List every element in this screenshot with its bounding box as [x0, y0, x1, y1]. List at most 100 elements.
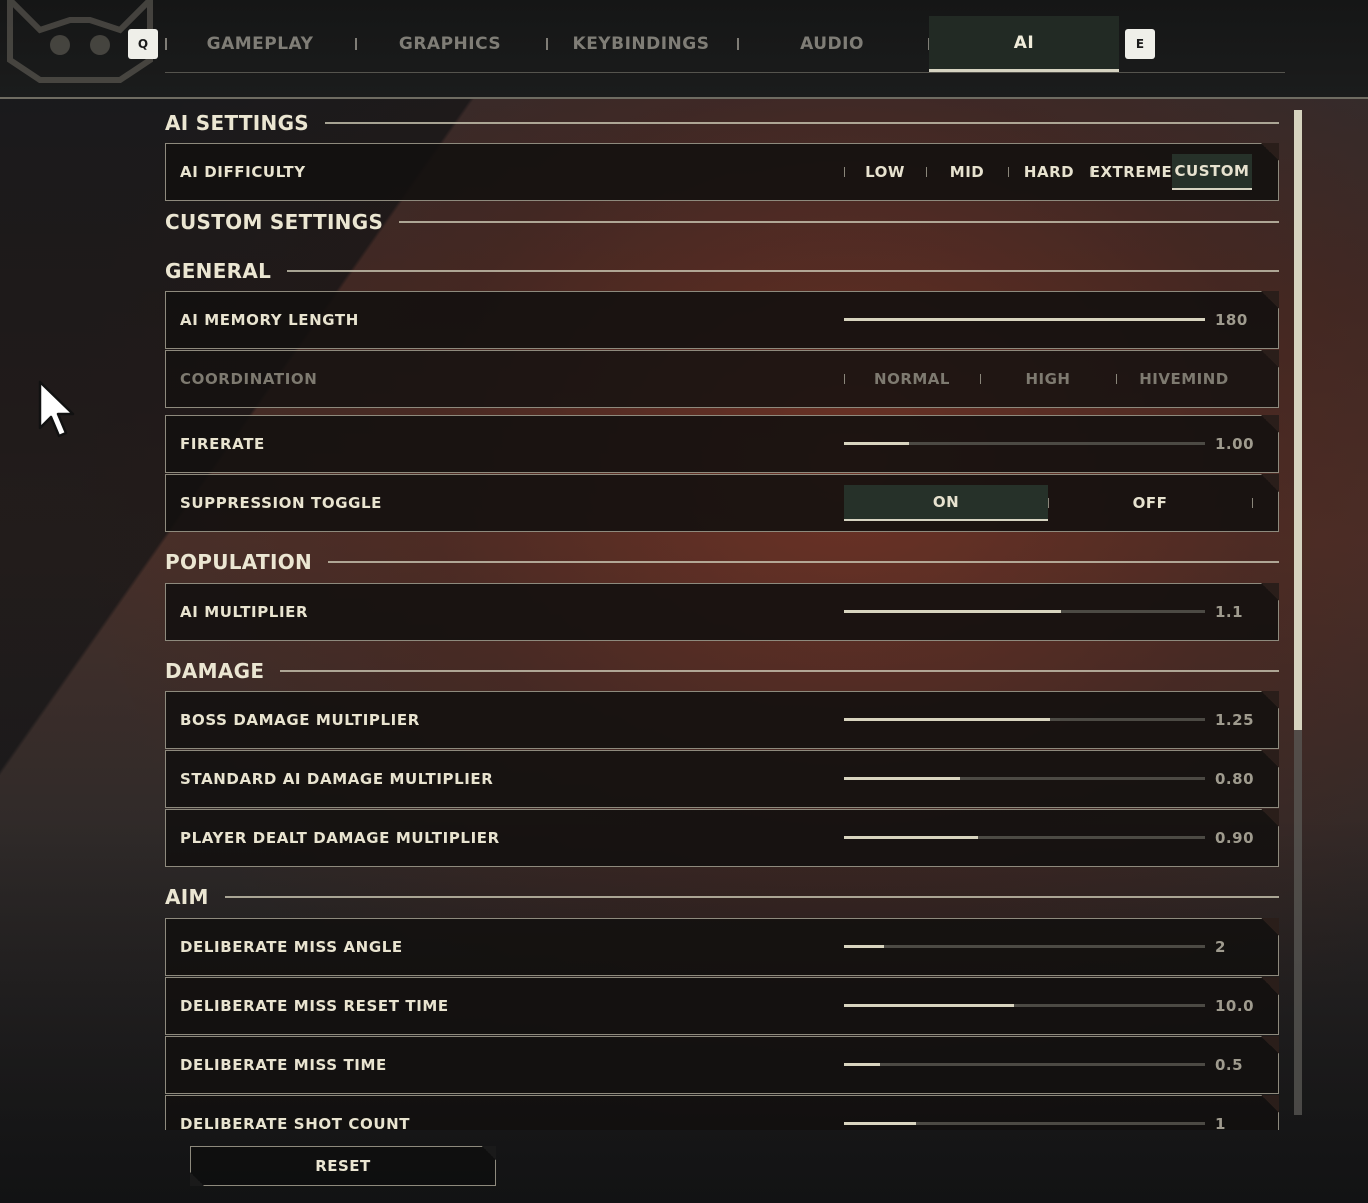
firerate-slider[interactable] [844, 442, 1205, 445]
tab-separator [165, 38, 167, 50]
top-navigation-bar: Q GAMEPLAY GRAPHICS KEYBINDINGS AUDIO AI… [0, 0, 1368, 99]
section-title: DAMAGE [165, 659, 265, 683]
deliberate-shot-count-label: DELIBERATE SHOT COUNT [180, 1115, 411, 1130]
section-title: AI SETTINGS [165, 111, 309, 135]
ai-memory-length-value: 180 [1215, 311, 1248, 329]
deliberate-shot-count-row: DELIBERATE SHOT COUNT 1 [165, 1095, 1279, 1130]
section-title: CUSTOM SETTINGS [165, 210, 384, 234]
slider-fill [844, 1063, 881, 1066]
difficulty-option-mid[interactable]: MID [926, 154, 1008, 190]
deliberate-miss-time-row: DELIBERATE MISS TIME 0.5 [165, 1036, 1279, 1094]
player-dealt-damage-multiplier-row: PLAYER DEALT DAMAGE MULTIPLIER 0.90 [165, 809, 1279, 867]
coordination-label: COORDINATION [180, 370, 318, 388]
firerate-row: FIRERATE 1.00 [165, 415, 1279, 473]
ai-memory-length-label: AI MEMORY LENGTH [180, 311, 359, 329]
standard-ai-damage-multiplier-slider[interactable] [844, 777, 1205, 780]
boss-damage-multiplier-label: BOSS DAMAGE MULTIPLIER [180, 711, 420, 729]
tab-ai[interactable]: AI [929, 16, 1119, 72]
scrollbar-thumb[interactable] [1294, 110, 1302, 730]
section-population: POPULATION [165, 547, 1279, 577]
difficulty-option-hard[interactable]: HARD [1008, 154, 1090, 190]
deliberate-shot-count-slider[interactable] [844, 1122, 1205, 1125]
coordination-selector: NORMAL HIGH HIVEMIND [844, 361, 1254, 397]
deliberate-miss-angle-slider[interactable] [844, 945, 1205, 948]
tab-graphics[interactable]: GRAPHICS [355, 16, 545, 72]
mouse-cursor-icon [38, 380, 75, 438]
tab-audio[interactable]: AUDIO [737, 16, 927, 72]
suppression-option-off[interactable]: OFF [1048, 485, 1252, 521]
section-divider [280, 670, 1279, 672]
player-dealt-damage-multiplier-slider[interactable] [844, 836, 1205, 839]
slider-fill [844, 836, 978, 839]
player-dealt-damage-multiplier-value: 0.90 [1215, 829, 1255, 847]
boss-damage-multiplier-value: 1.25 [1215, 711, 1255, 729]
deliberate-miss-reset-time-row: DELIBERATE MISS RESET TIME 10.0 [165, 977, 1279, 1035]
deliberate-shot-count-value: 1 [1215, 1115, 1226, 1130]
boss-damage-multiplier-slider[interactable] [844, 718, 1205, 721]
deliberate-miss-angle-row: DELIBERATE MISS ANGLE 2 [165, 918, 1279, 976]
deliberate-miss-time-slider[interactable] [844, 1063, 1205, 1066]
option-separator [1252, 498, 1253, 508]
slider-fill [844, 318, 1205, 321]
slider-fill [844, 1122, 917, 1125]
section-divider [287, 270, 1279, 272]
suppression-toggle-selector: ON OFF [844, 485, 1254, 521]
firerate-value: 1.00 [1215, 435, 1255, 453]
deliberate-miss-reset-time-value: 10.0 [1215, 997, 1255, 1015]
deliberate-miss-time-value: 0.5 [1215, 1056, 1244, 1074]
difficulty-option-low[interactable]: LOW [844, 154, 926, 190]
section-divider [399, 221, 1279, 223]
ai-difficulty-label: AI DIFFICULTY [180, 163, 306, 181]
ai-multiplier-label: AI MULTIPLIER [180, 603, 309, 621]
section-custom-settings: CUSTOM SETTINGS [165, 207, 1279, 237]
firerate-label: FIRERATE [180, 435, 265, 453]
reset-button[interactable]: RESET [190, 1146, 496, 1186]
deliberate-miss-reset-time-label: DELIBERATE MISS RESET TIME [180, 997, 449, 1015]
slider-fill [844, 1004, 1014, 1007]
ai-difficulty-selector: LOW MID HARD EXTREME CUSTOM [844, 154, 1254, 190]
suppression-toggle-row: SUPPRESSION TOGGLE ON OFF [165, 474, 1279, 532]
section-damage: DAMAGE [165, 656, 1279, 686]
slider-fill [844, 610, 1061, 613]
section-ai-settings: AI SETTINGS [165, 108, 1279, 138]
slider-fill [844, 442, 909, 445]
deliberate-miss-angle-label: DELIBERATE MISS ANGLE [180, 938, 403, 956]
section-divider [224, 896, 1279, 898]
coordination-row: COORDINATION NORMAL HIGH HIVEMIND [165, 350, 1279, 408]
section-aim: AIM [165, 882, 1279, 912]
deliberate-miss-reset-time-slider[interactable] [844, 1004, 1205, 1007]
coordination-option-normal: NORMAL [874, 370, 950, 388]
slider-fill [844, 945, 884, 948]
suppression-option-on[interactable]: ON [844, 485, 1048, 521]
section-divider [328, 561, 1279, 563]
settings-content: AI SETTINGS AI DIFFICULTY LOW MID HARD E… [165, 105, 1279, 1130]
deliberate-miss-time-label: DELIBERATE MISS TIME [180, 1056, 387, 1074]
section-general: GENERAL [165, 256, 1279, 286]
section-divider [325, 122, 1279, 124]
tab-keybindings[interactable]: KEYBINDINGS [546, 16, 736, 72]
coordination-option-high: HIGH [1025, 370, 1071, 388]
next-tab-key-icon[interactable]: E [1125, 29, 1155, 59]
slider-fill [844, 777, 960, 780]
ai-memory-length-slider[interactable] [844, 318, 1205, 321]
difficulty-option-extreme[interactable]: EXTREME [1090, 154, 1172, 190]
ai-difficulty-row: AI DIFFICULTY LOW MID HARD EXTREME CUSTO… [165, 143, 1279, 201]
section-title: POPULATION [165, 550, 313, 574]
tab-gameplay[interactable]: GAMEPLAY [165, 16, 355, 72]
section-title: GENERAL [165, 259, 272, 283]
boss-damage-multiplier-row: BOSS DAMAGE MULTIPLIER 1.25 [165, 691, 1279, 749]
player-dealt-damage-multiplier-label: PLAYER DEALT DAMAGE MULTIPLIER [180, 829, 500, 847]
prev-tab-key-icon[interactable]: Q [128, 29, 158, 59]
ai-multiplier-slider[interactable] [844, 610, 1205, 613]
difficulty-option-custom[interactable]: CUSTOM [1172, 154, 1252, 190]
ai-multiplier-value: 1.1 [1215, 603, 1244, 621]
slider-fill [844, 718, 1050, 721]
deliberate-miss-angle-value: 2 [1215, 938, 1226, 956]
section-title: AIM [165, 885, 209, 909]
standard-ai-damage-multiplier-value: 0.80 [1215, 770, 1255, 788]
standard-ai-damage-multiplier-row: STANDARD AI DAMAGE MULTIPLIER 0.80 [165, 750, 1279, 808]
settings-tabs: GAMEPLAY GRAPHICS KEYBINDINGS AUDIO AI [165, 16, 1285, 73]
standard-ai-damage-multiplier-label: STANDARD AI DAMAGE MULTIPLIER [180, 770, 494, 788]
suppression-toggle-label: SUPPRESSION TOGGLE [180, 494, 383, 512]
ai-multiplier-row: AI MULTIPLIER 1.1 [165, 583, 1279, 641]
